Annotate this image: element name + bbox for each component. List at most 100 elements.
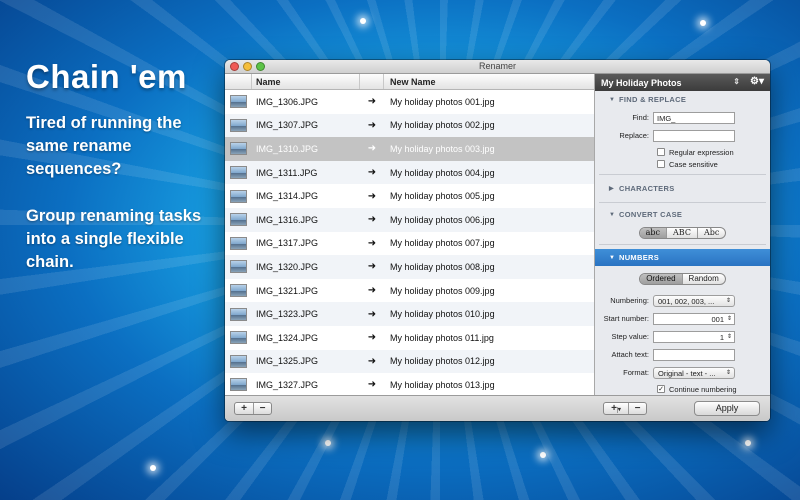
case-label: Case sensitive <box>669 159 718 169</box>
disclosure-open-icon: ▼ <box>609 254 616 261</box>
regex-label: Regular expression <box>669 147 734 157</box>
column-header-new-name[interactable]: New Name <box>384 74 594 89</box>
sparkle <box>540 452 546 458</box>
numbering-label: Numbering: <box>610 296 649 305</box>
section-find-replace-header[interactable]: ▼ FIND & REPLACE <box>595 91 770 108</box>
original-name: IMG_1327.JPG <box>256 379 319 390</box>
file-list: Name New Name IMG_1306.JPG ➜ My holiday ph… <box>225 74 595 395</box>
step-value-stepper[interactable]: 1 ⇕ <box>653 330 735 343</box>
add-files-button[interactable]: + <box>235 403 253 414</box>
photo-thumbnail <box>225 284 252 298</box>
photo-thumbnail <box>225 260 252 274</box>
bottom-toolbar: + − +▾ − Apply <box>225 395 770 421</box>
popup-arrows-icon: ⇕ <box>725 369 731 376</box>
arrow-right-icon: ➜ <box>367 119 377 131</box>
case-checkbox-row[interactable]: Case sensitive <box>657 158 770 170</box>
table-row[interactable]: IMG_1327.JPG ➜ My holiday photos 013.jpg <box>225 373 594 395</box>
numbering-popup[interactable]: 001, 002, 003, ... ⇕ <box>653 294 735 307</box>
photo-thumbnail <box>225 213 252 227</box>
new-name: My holiday photos 008.jpg <box>390 261 495 272</box>
new-name: My holiday photos 004.jpg <box>390 167 495 178</box>
updown-arrows-icon: ⇕ <box>733 77 740 86</box>
disclosure-closed-icon: ▶ <box>609 186 614 192</box>
disclosure-open-icon: ▼ <box>609 211 616 218</box>
arrow-right-icon: ➜ <box>367 190 377 202</box>
preset-name: My Holiday Photos <box>601 77 682 88</box>
format-value: Original - text - ... <box>658 368 716 378</box>
start-number-stepper[interactable]: 001 ⇕ <box>653 312 735 325</box>
find-input[interactable]: IMG_ <box>653 111 735 124</box>
new-name: My holiday photos 010.jpg <box>390 309 495 320</box>
promo-headline: Chain 'em <box>26 58 187 95</box>
arrow-right-icon: ➜ <box>367 308 377 320</box>
arrow-right-icon: ➜ <box>367 285 377 297</box>
new-name: My holiday photos 012.jpg <box>390 356 495 367</box>
table-row[interactable]: IMG_1316.JPG ➜ My holiday photos 006.jpg <box>225 207 594 232</box>
sparkle <box>360 18 366 24</box>
format-label: Format: <box>623 368 649 377</box>
section-characters-header[interactable]: ▶ CHARACTERS <box>595 180 770 197</box>
stepper-icon[interactable]: ⇕ <box>727 315 732 324</box>
original-name: IMG_1325.JPG <box>256 356 319 367</box>
original-name: IMG_1316.JPG <box>256 214 319 225</box>
column-header-thumbnail[interactable] <box>225 74 252 89</box>
continue-numbering-checkbox[interactable]: ✓ <box>657 385 665 393</box>
photo-thumbnail <box>225 95 252 109</box>
table-row[interactable]: IMG_1321.JPG ➜ My holiday photos 009.jpg <box>225 279 594 303</box>
regex-checkbox[interactable] <box>657 148 665 156</box>
original-name: IMG_1311.JPG <box>256 167 318 178</box>
gear-icon[interactable]: ⚙▾ <box>750 76 764 87</box>
rename-chain-panel: My Holiday Photos ⇕ ⚙▾ ▼ FIND & REPLACE … <box>595 74 770 395</box>
new-name: My holiday photos 002.jpg <box>390 120 495 131</box>
stepper-icon[interactable]: ⇕ <box>727 333 732 342</box>
new-name: My holiday photos 007.jpg <box>390 238 495 249</box>
regex-checkbox-row[interactable]: Regular expression <box>657 146 770 158</box>
table-row[interactable]: IMG_1325.JPG ➜ My holiday photos 012.jpg <box>225 349 594 374</box>
renamer-window: Renamer Name New Name IMG_1306.JPG ➜ My ho… <box>225 60 770 421</box>
table-row[interactable]: IMG_1320.JPG ➜ My holiday photos 008.jpg <box>225 255 594 279</box>
new-name: My holiday photos 013.jpg <box>390 379 495 390</box>
chevron-down-icon: ▾ <box>616 407 621 413</box>
case-option-upper[interactable]: ABC <box>666 228 697 238</box>
table-row[interactable]: IMG_1306.JPG ➜ My holiday photos 001.jpg <box>225 90 594 114</box>
remove-files-button[interactable]: − <box>253 403 271 414</box>
numbering-value: 001, 002, 003, ... <box>658 296 715 306</box>
case-checkbox[interactable] <box>657 160 665 168</box>
find-label: Find: <box>632 113 649 122</box>
mode-ordered[interactable]: Ordered <box>640 274 682 284</box>
table-row[interactable]: IMG_1317.JPG ➜ My holiday photos 007.jpg <box>225 232 594 256</box>
photo-thumbnail <box>225 307 252 321</box>
table-row[interactable]: IMG_1324.JPG ➜ My holiday photos 011.jpg <box>225 326 594 350</box>
continue-numbering-row[interactable]: ✓ Continue numbering <box>657 383 770 395</box>
table-row[interactable]: IMG_1310.JPG ➜ My holiday photos 003.jpg <box>225 137 594 161</box>
case-option-lower[interactable]: abc <box>639 228 667 238</box>
start-number-label: Start number: <box>603 314 649 323</box>
attach-text-input[interactable] <box>653 348 735 361</box>
window-title: Renamer <box>478 61 516 71</box>
arrow-right-icon: ➜ <box>367 167 377 179</box>
remove-action-button[interactable]: − <box>628 403 646 414</box>
replace-input[interactable] <box>653 129 735 142</box>
arrow-right-icon: ➜ <box>367 143 377 155</box>
case-option-title[interactable]: Abc <box>696 228 725 238</box>
preset-selector[interactable]: My Holiday Photos ⇕ ⚙▾ <box>595 74 770 91</box>
column-header-arrow[interactable] <box>360 74 384 89</box>
section-numbers-header[interactable]: ▼ NUMBERS <box>595 249 770 266</box>
format-popup[interactable]: Original - text - ... ⇕ <box>653 366 735 379</box>
new-name: My holiday photos 011.jpg <box>390 332 494 343</box>
apply-button[interactable]: Apply <box>694 401 760 416</box>
table-row[interactable]: IMG_1307.JPG ➜ My holiday photos 002.jpg <box>225 113 594 138</box>
mode-random[interactable]: Random <box>681 274 725 284</box>
section-convert-case-header[interactable]: ▼ CONVERT CASE <box>595 206 770 223</box>
promo-paragraph-2: Group renaming tasks into a single flexi… <box>26 207 202 271</box>
new-name: My holiday photos 005.jpg <box>390 191 495 202</box>
table-row[interactable]: IMG_1323.JPG ➜ My holiday photos 010.jpg <box>225 302 594 326</box>
section-title: CONVERT CASE <box>619 210 683 219</box>
arrow-right-icon: ➜ <box>367 96 377 108</box>
file-rows: IMG_1306.JPG ➜ My holiday photos 001.jpg IM… <box>225 90 594 395</box>
column-header-name[interactable]: Name <box>252 74 360 89</box>
table-row[interactable]: IMG_1311.JPG ➜ My holiday photos 004.jpg <box>225 160 594 185</box>
add-action-button[interactable]: +▾ <box>604 403 628 414</box>
table-row[interactable]: IMG_1314.JPG ➜ My holiday photos 005.jpg <box>225 184 594 208</box>
sparkle <box>325 440 331 446</box>
